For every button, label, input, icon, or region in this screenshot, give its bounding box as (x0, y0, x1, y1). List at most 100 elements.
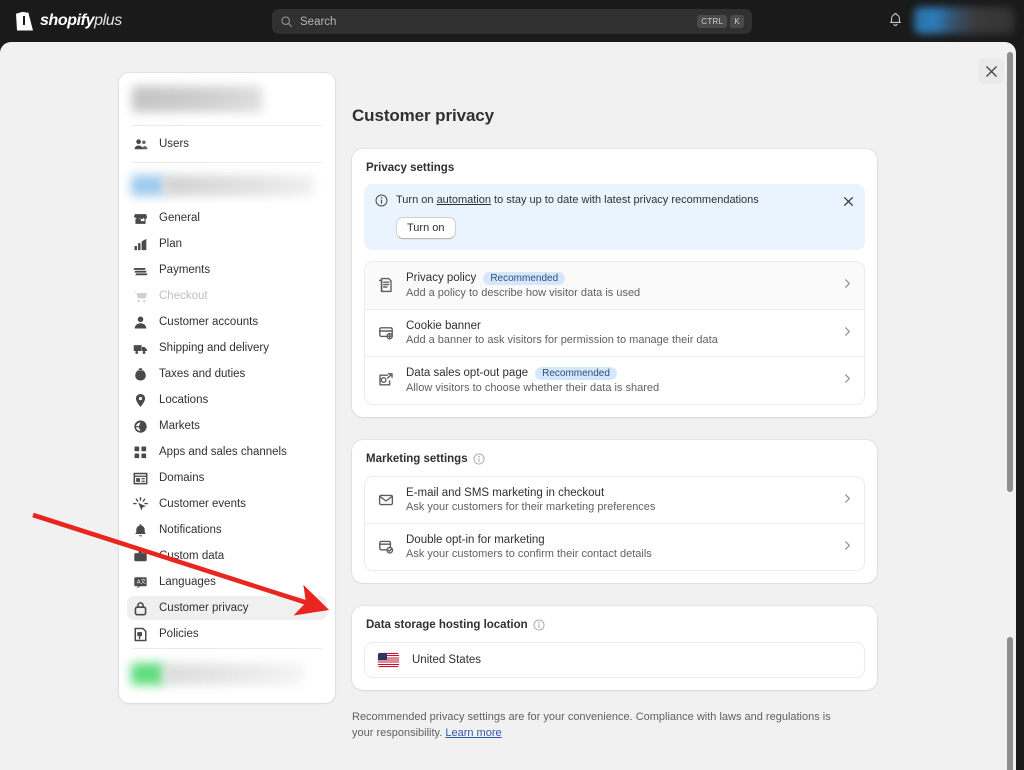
search-input[interactable]: Search CTRL K (272, 9, 752, 34)
sidebar-item-blurred[interactable] (119, 166, 335, 204)
sidebar-item-plan[interactable]: Plan (127, 232, 327, 256)
close-icon (985, 65, 997, 77)
settings-row-head: Data sales opt-out page Recommended (406, 366, 830, 380)
settings-row-subtitle: Ask your customers to confirm their cont… (406, 547, 652, 560)
settings-row[interactable]: E-mail and SMS marketing in checkout Ask … (365, 476, 864, 523)
sidebar-item-label: Policies (159, 628, 199, 640)
sidebar-item-taxes-and-duties[interactable]: Taxes and duties (127, 362, 327, 386)
sidebar-item-shipping-and-delivery[interactable]: Shipping and delivery (127, 336, 327, 360)
page-title: Customer privacy (352, 106, 495, 125)
modal-scrollbar-thumb[interactable] (1007, 52, 1013, 492)
sidebar-item-customer-events[interactable]: Customer events (127, 492, 327, 516)
shopify-bag-icon (16, 11, 33, 31)
svg-text:文: 文 (141, 577, 147, 585)
sidebar-item-label: Notifications (159, 524, 222, 536)
card-title-text: Marketing settings (366, 452, 468, 465)
hosting-location-value: United States (412, 653, 482, 666)
privacy-rows-group: Privacy policy Recommended Add a policy to… (364, 260, 865, 405)
settings-row-body: Double opt-in for marketing Ask your cust… (406, 534, 830, 560)
settings-row[interactable]: Data sales opt-out page Recommended Allow … (365, 355, 864, 404)
info-icon[interactable] (473, 453, 485, 465)
settings-row[interactable]: Privacy policy Recommended Add a policy to… (365, 261, 864, 309)
bell-icon (133, 523, 148, 538)
dismiss-banner-button[interactable] (839, 192, 857, 210)
policy-document-icon (378, 277, 394, 293)
sidebar-item-domains[interactable]: Domains (127, 466, 327, 490)
automation-link[interactable]: automation (437, 194, 491, 206)
sidebar-item-markets[interactable]: Markets (127, 414, 327, 438)
pin-icon (133, 393, 148, 408)
users-icon (133, 137, 148, 152)
sidebar-divider-2 (132, 162, 322, 163)
data-storage-card: Data storage hosting location United Sta… (352, 605, 877, 690)
info-icon (375, 194, 388, 207)
sidebar-item-label: Plan (159, 238, 183, 250)
bell-icon[interactable] (887, 11, 904, 29)
logo-text: shopifyplus (40, 12, 122, 30)
banner-text-after: to stay up to date with latest privacy r… (491, 194, 759, 206)
truck-icon (133, 341, 148, 356)
sidebar-item-users[interactable]: Users (127, 132, 327, 156)
cart-icon (133, 289, 148, 304)
page-scrollbar-thumb[interactable] (1007, 637, 1013, 770)
sidebar-item-label: Languages (159, 576, 216, 588)
settings-row-title: Cookie banner (406, 319, 481, 332)
sidebar-item-languages[interactable]: A 文 Languages (127, 570, 327, 594)
lock-icon (133, 601, 148, 616)
sidebar-settings-list: General Plan Payments Checkout Customer acco… (119, 206, 335, 646)
automation-banner: Turn on automation to stay up to date wi… (364, 184, 865, 250)
close-button[interactable] (978, 58, 1004, 84)
sidebar-item-notifications[interactable]: Notifications (127, 518, 327, 542)
settings-row-title: Double opt-in for marketing (406, 533, 545, 546)
sidebar-item-label: Apps and sales channels (159, 446, 287, 458)
settings-row-subtitle: Allow visitors to choose whether their d… (406, 381, 660, 394)
settings-row-body: Data sales opt-out page Recommended Allow … (406, 366, 830, 394)
user-profile-avatar[interactable] (914, 7, 1014, 34)
sidebar-item-payments[interactable]: Payments (127, 258, 327, 282)
sidebar-item-label: Checkout (159, 290, 208, 302)
sidebar-item-general[interactable]: General (127, 206, 327, 230)
person-icon (133, 315, 148, 330)
sidebar-item-label: Custom data (159, 550, 225, 562)
settings-row-head: Double opt-in for marketing (406, 534, 830, 546)
sidebar-item-policies[interactable]: Policies (127, 622, 327, 646)
sidebar-item-customer-accounts[interactable]: Customer accounts (127, 310, 327, 334)
languages-icon: A文 (133, 575, 148, 590)
settings-sidebar: Users General Plan Payments Checkout Custome… (119, 73, 335, 703)
settings-row-title: E-mail and SMS marketing in checkout (406, 486, 605, 499)
settings-row-subtitle: Add a policy to describe how visitor dat… (406, 286, 641, 299)
sidebar-item-customer-privacy[interactable]: Customer privacy (127, 596, 327, 620)
settings-row-title: Privacy policy (406, 272, 477, 285)
shopify-plus-logo[interactable]: shopifyplus (16, 11, 122, 31)
info-icon[interactable] (533, 619, 545, 631)
sidebar-footer-blurred[interactable] (119, 653, 335, 697)
store-icon (133, 211, 148, 226)
marketing-settings-title: Marketing settings (366, 453, 865, 465)
learn-more-link[interactable]: Learn more (445, 727, 501, 739)
sidebar-item-custom-data[interactable]: Custom data (127, 544, 327, 568)
sidebar-item-checkout[interactable]: Checkout (127, 284, 327, 308)
logo-plus: plus (94, 12, 122, 29)
sidebar-item-label: Payments (159, 264, 211, 276)
settings-row[interactable]: Cookie banner Add a banner to ask visitor… (365, 308, 864, 356)
sidebar-item-label: Customer privacy (159, 602, 249, 614)
page-surface: Users General Plan Payments Checkout Custome… (0, 42, 1016, 770)
sidebar-item-label: General (159, 212, 200, 224)
payments-icon (133, 263, 148, 278)
events-icon (133, 496, 148, 512)
sidebar-divider (132, 125, 322, 126)
settings-row[interactable]: Double opt-in for marketing Ask your cust… (365, 522, 864, 570)
double-opt-in-icon (378, 539, 394, 555)
apps-icon (133, 445, 148, 460)
banner-row: Turn on automation to stay up to date wi… (375, 193, 854, 208)
sidebar-item-apps-and-sales-channels[interactable]: Apps and sales channels (127, 440, 327, 464)
sidebar-item-locations[interactable]: Locations (127, 388, 327, 412)
settings-row-head: Cookie banner (406, 320, 830, 332)
marketing-settings-card: Marketing settings E-mail and SMS market… (352, 439, 877, 583)
database-icon (133, 549, 148, 564)
turn-on-button[interactable]: Turn on (396, 216, 456, 239)
settings-row-subtitle: Ask your customers for their marketing p… (406, 500, 656, 513)
privacy-settings-card: Privacy settings Turn on automation to s… (352, 149, 877, 417)
search-placeholder: Search (300, 15, 337, 28)
settings-row-head: Privacy policy Recommended (406, 271, 830, 285)
